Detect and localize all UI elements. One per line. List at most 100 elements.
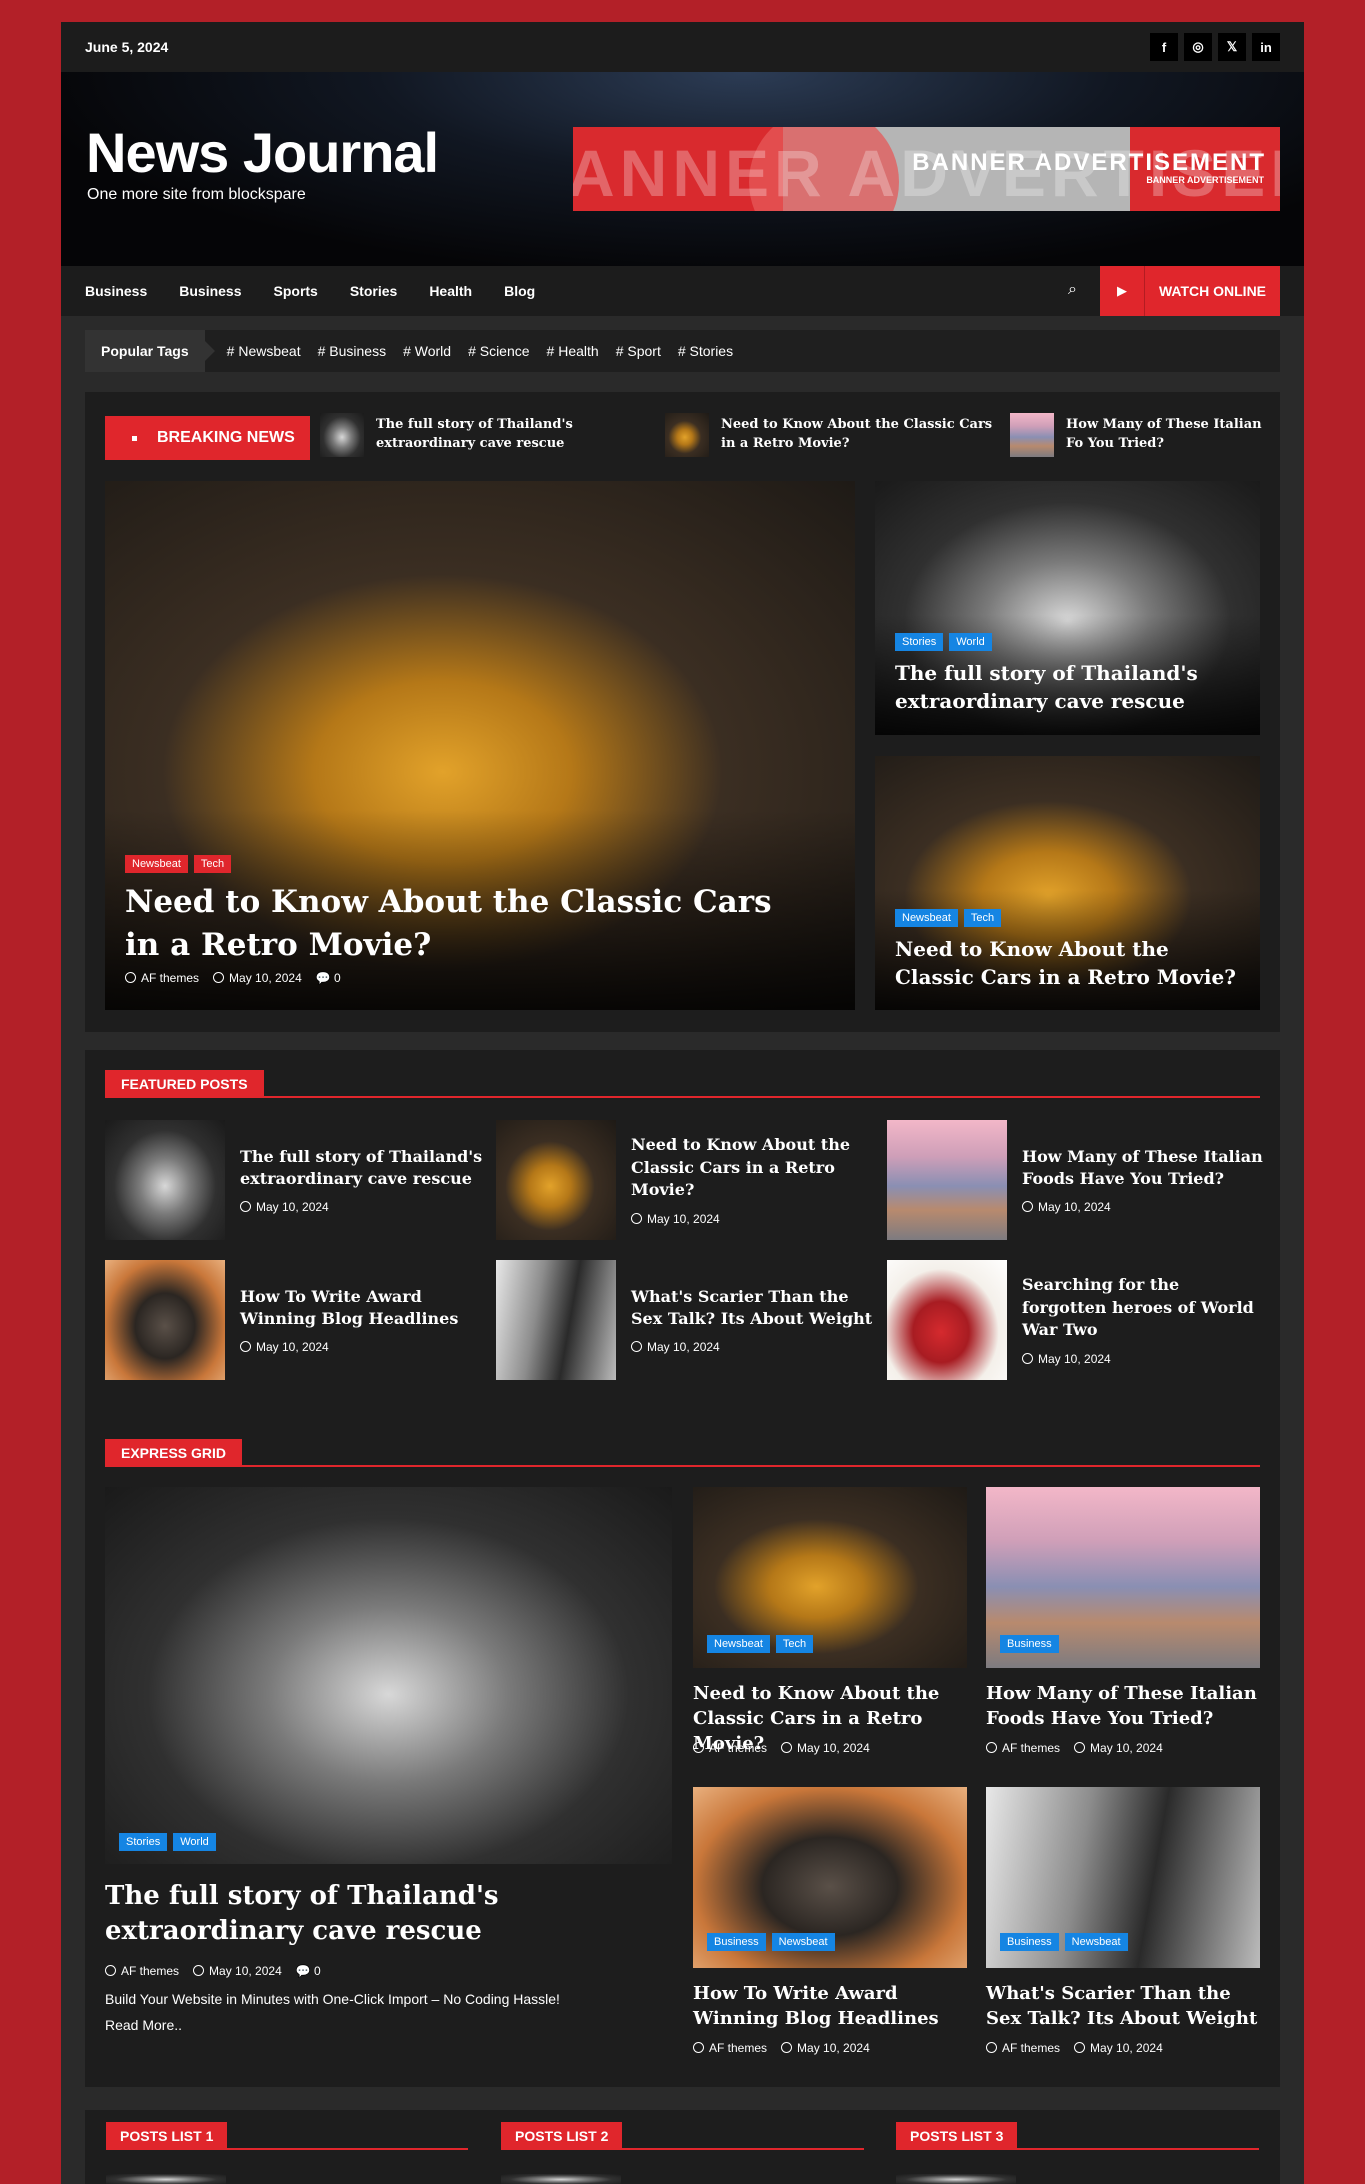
author[interactable]: AF themes bbox=[125, 971, 199, 985]
post-title[interactable]: What's Scarier Than the Sex Talk? Its Ab… bbox=[631, 1286, 876, 1331]
category-badge[interactable]: World bbox=[173, 1833, 216, 1851]
tag-link[interactable]: # Sport bbox=[616, 343, 661, 359]
card-meta: AF themes May 10, 2024 bbox=[986, 2041, 1163, 2055]
post-title[interactable]: Searching for the forgotten heroes of Wo… bbox=[1022, 1274, 1267, 1341]
express-main-image[interactable]: Stories World bbox=[105, 1487, 672, 1864]
nav-item-stories[interactable]: Stories bbox=[350, 283, 397, 299]
category-badge[interactable]: Newsbeat bbox=[771, 1933, 835, 1951]
breaking-item[interactable]: Need to Know About the Classic Cars in a… bbox=[665, 413, 995, 457]
post-thumbnail[interactable] bbox=[887, 1120, 1007, 1240]
clock-icon bbox=[240, 1201, 251, 1213]
category-badge[interactable]: Newsbeat bbox=[707, 1635, 770, 1653]
search-icon[interactable]: ⌕ bbox=[1068, 281, 1077, 299]
category-badge[interactable]: Stories bbox=[895, 633, 944, 651]
category-badge[interactable]: Stories bbox=[119, 1833, 168, 1851]
featured-post[interactable]: How Many of These Italian Foods Have You… bbox=[887, 1120, 1267, 1240]
post-thumbnail[interactable] bbox=[501, 2174, 621, 2184]
breaking-item[interactable]: The full story of Thailand's extraordina… bbox=[320, 413, 630, 457]
breaking-item[interactable]: How Many of These Italian Fo You Tried? bbox=[1010, 413, 1265, 457]
author-name[interactable]: AF themes bbox=[1002, 2041, 1060, 2055]
post-thumbnail[interactable] bbox=[887, 1260, 1007, 1380]
hero-side-title[interactable]: The full story of Thailand's extraordina… bbox=[895, 659, 1245, 715]
post-thumbnail[interactable] bbox=[496, 1260, 616, 1380]
author-name[interactable]: AF themes bbox=[1002, 1741, 1060, 1755]
popular-tags-label: Popular Tags bbox=[85, 330, 215, 372]
tag-link[interactable]: # Stories bbox=[678, 343, 733, 359]
post-title[interactable]: The full story of Thailand's extraordina… bbox=[240, 1146, 485, 1191]
user-icon bbox=[986, 2042, 997, 2053]
nav-item-blog[interactable]: Blog bbox=[504, 283, 535, 299]
hero-main-title[interactable]: Need to Know About the Classic Cars in a… bbox=[125, 881, 815, 968]
site-title[interactable]: News Journal bbox=[86, 120, 439, 185]
express-main-badges: Stories World bbox=[119, 1833, 216, 1851]
express-card-image[interactable]: Newsbeat Tech bbox=[693, 1487, 967, 1668]
posts-list-heading: POSTS LIST 1 bbox=[106, 2122, 468, 2150]
banner-advertisement[interactable]: ANNER ADVERTISEMEN BANNER ADVERTISEMENT … bbox=[573, 127, 1280, 211]
tag-link[interactable]: # World bbox=[403, 343, 451, 359]
express-card-image[interactable]: Business Newsbeat bbox=[693, 1787, 967, 1968]
post-thumbnail[interactable] bbox=[105, 1260, 225, 1380]
post-title[interactable]: Need to Know About the Classic Cars in a… bbox=[631, 1134, 876, 1201]
linkedin-icon[interactable]: in bbox=[1252, 33, 1280, 61]
author[interactable]: AF themes bbox=[105, 1964, 179, 1978]
express-card-title[interactable]: How Many of These Italian Foods Have You… bbox=[986, 1681, 1260, 1731]
featured-post[interactable]: What's Scarier Than the Sex Talk? Its Ab… bbox=[496, 1260, 876, 1380]
express-card-image[interactable]: Business bbox=[986, 1487, 1260, 1668]
category-badge[interactable]: Tech bbox=[193, 855, 232, 873]
tag-link[interactable]: # Health bbox=[547, 343, 599, 359]
nav-item-sports[interactable]: Sports bbox=[274, 283, 318, 299]
nav-item-business[interactable]: Business bbox=[85, 283, 147, 299]
category-badge[interactable]: Business bbox=[707, 1933, 766, 1951]
author-name[interactable]: AF themes bbox=[709, 1741, 767, 1755]
category-badge[interactable]: Tech bbox=[775, 1635, 814, 1653]
date-text: May 10, 2024 bbox=[256, 1340, 329, 1355]
author-name[interactable]: AF themes bbox=[709, 2041, 767, 2055]
instagram-icon[interactable]: ◎ bbox=[1184, 33, 1212, 61]
express-card-title[interactable]: How To Write Award Winning Blog Headline… bbox=[693, 1981, 973, 2031]
user-icon bbox=[125, 972, 136, 983]
category-badge[interactable]: Business bbox=[1000, 1635, 1059, 1653]
breaking-thumbnail bbox=[1010, 413, 1054, 457]
nav-item-business-2[interactable]: Business bbox=[179, 283, 241, 299]
post-thumbnail[interactable] bbox=[496, 1120, 616, 1240]
post-thumbnail[interactable] bbox=[105, 1120, 225, 1240]
express-card-image[interactable]: Business Newsbeat bbox=[986, 1787, 1260, 1968]
author-name: AF themes bbox=[141, 971, 200, 985]
hero-side-card[interactable]: Stories World The full story of Thailand… bbox=[875, 481, 1260, 735]
category-badge[interactable]: Tech bbox=[963, 909, 1002, 927]
watch-online-button[interactable]: ▶ WATCH ONLINE bbox=[1100, 266, 1280, 316]
card-badges: Business Newsbeat bbox=[1000, 1933, 1128, 1951]
featured-post[interactable]: Searching for the forgotten heroes of Wo… bbox=[887, 1260, 1267, 1380]
post-title[interactable]: How To Write Award Winning Blog Headline… bbox=[240, 1286, 485, 1331]
featured-post[interactable]: Need to Know About the Classic Cars in a… bbox=[496, 1120, 876, 1240]
category-badge[interactable]: Newsbeat bbox=[125, 855, 188, 873]
category-badge[interactable]: Newsbeat bbox=[895, 909, 958, 927]
read-more-link[interactable]: Read More.. bbox=[105, 2017, 182, 2033]
comments[interactable]: 💬 0 bbox=[316, 971, 341, 985]
tag-link[interactable]: # Business bbox=[318, 343, 386, 359]
date-text: May 10, 2024 bbox=[647, 1340, 720, 1355]
hero-side-card[interactable]: Newsbeat Tech Need to Know About the Cla… bbox=[875, 756, 1260, 1010]
hero-main-card[interactable]: Newsbeat Tech Need to Know About the Cla… bbox=[105, 481, 855, 1010]
category-badge[interactable]: Newsbeat bbox=[1064, 1933, 1128, 1951]
nav-item-health[interactable]: Health bbox=[429, 283, 472, 299]
featured-post[interactable]: The full story of Thailand's extraordina… bbox=[105, 1120, 485, 1240]
comments[interactable]: 💬 0 bbox=[296, 1964, 321, 1978]
facebook-icon[interactable]: f bbox=[1150, 33, 1178, 61]
post-title[interactable]: How Many of These Italian Foods Have You… bbox=[1022, 1146, 1267, 1191]
featured-post[interactable]: How To Write Award Winning Blog Headline… bbox=[105, 1260, 485, 1380]
post-thumbnail[interactable] bbox=[896, 2174, 1016, 2184]
clock-icon bbox=[1074, 2042, 1086, 2053]
post-thumbnail[interactable] bbox=[106, 2174, 226, 2184]
x-twitter-icon[interactable]: 𝕏 bbox=[1218, 33, 1246, 61]
category-badge[interactable]: World bbox=[949, 633, 992, 651]
express-card-title[interactable]: What's Scarier Than the Sex Talk? Its Ab… bbox=[986, 1981, 1260, 2031]
tag-link[interactable]: # Science bbox=[468, 343, 529, 359]
breaking-thumbnail bbox=[320, 413, 364, 457]
section-title: POSTS LIST 2 bbox=[501, 2122, 623, 2150]
category-badge[interactable]: Business bbox=[1000, 1933, 1059, 1951]
hero-side-title[interactable]: Need to Know About the Classic Cars in a… bbox=[895, 935, 1245, 991]
post-date: May 10, 2024 bbox=[213, 971, 302, 985]
express-main-title[interactable]: The full story of Thailand's extraordina… bbox=[105, 1879, 672, 1949]
tag-link[interactable]: # Newsbeat bbox=[227, 343, 301, 359]
